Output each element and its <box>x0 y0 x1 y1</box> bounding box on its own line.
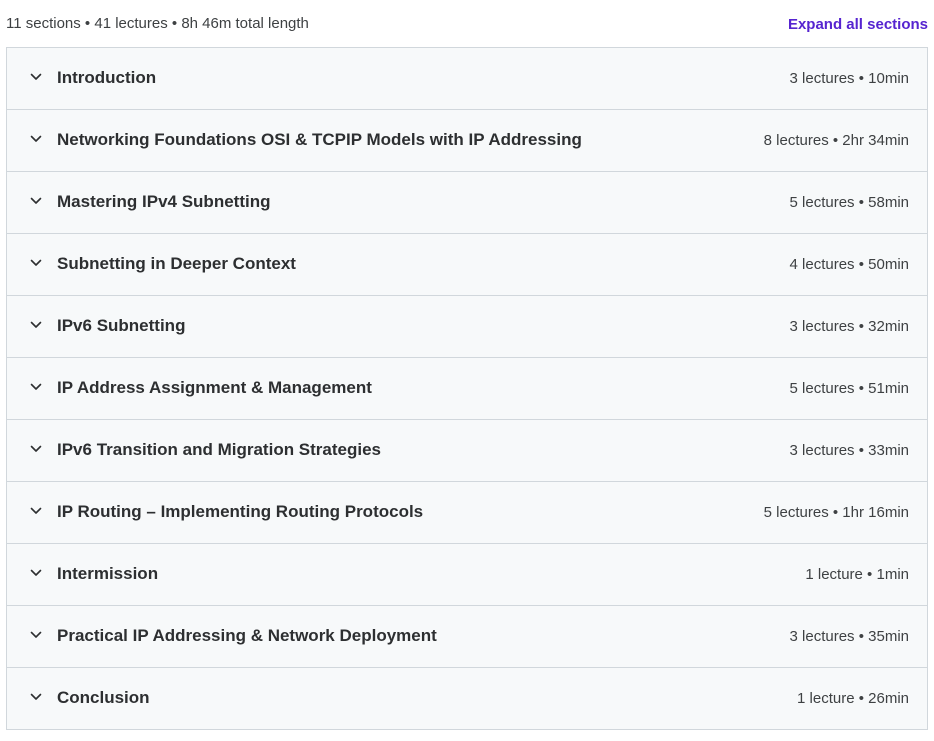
section-row[interactable]: Subnetting in Deeper Context 4 lectures •… <box>7 234 927 296</box>
chevron-down-icon[interactable] <box>29 132 43 146</box>
expand-all-sections-button[interactable]: Expand all sections <box>788 16 928 33</box>
section-row[interactable]: Conclusion 1 lecture • 26min <box>7 668 927 730</box>
curriculum-summary: 11 sections • 41 lectures • 8h 46m total… <box>6 15 309 32</box>
section-meta: 3 lectures • 33min <box>789 442 909 459</box>
section-row[interactable]: IP Routing – Implementing Routing Protoc… <box>7 482 927 544</box>
section-row[interactable]: Introduction 3 lectures • 10min <box>7 48 927 110</box>
section-meta: 3 lectures • 10min <box>789 70 909 87</box>
section-row[interactable]: Intermission 1 lecture • 1min <box>7 544 927 606</box>
chevron-down-icon[interactable] <box>29 380 43 394</box>
curriculum-section-list: Introduction 3 lectures • 10min Networking… <box>6 47 928 730</box>
chevron-down-icon[interactable] <box>29 194 43 208</box>
section-meta: 1 lecture • 1min <box>805 566 909 583</box>
chevron-down-icon[interactable] <box>29 442 43 456</box>
section-row[interactable]: IPv6 Transition and Migration Strategies… <box>7 420 927 482</box>
section-row[interactable]: Practical IP Addressing & Network Deploy… <box>7 606 927 668</box>
section-row[interactable]: Mastering IPv4 Subnetting 5 lectures • 58… <box>7 172 927 234</box>
chevron-down-icon[interactable] <box>29 256 43 270</box>
section-title: IP Address Assignment & Management <box>57 378 372 397</box>
chevron-down-icon[interactable] <box>29 690 43 704</box>
section-meta: 1 lecture • 26min <box>797 690 909 707</box>
section-meta: 5 lectures • 58min <box>789 194 909 211</box>
chevron-down-icon[interactable] <box>29 628 43 642</box>
chevron-down-icon[interactable] <box>29 318 43 332</box>
curriculum-summary-bar: 11 sections • 41 lectures • 8h 46m total… <box>6 0 928 48</box>
section-title: Introduction <box>57 68 157 87</box>
section-meta: 3 lectures • 32min <box>789 318 909 335</box>
section-meta: 5 lectures • 51min <box>789 380 909 397</box>
section-meta: 3 lectures • 35min <box>789 628 909 645</box>
section-title: IP Routing – Implementing Routing Protoc… <box>57 502 424 521</box>
section-title: Networking Foundations OSI & TCPIP Model… <box>57 130 582 149</box>
section-title: Conclusion <box>57 688 150 707</box>
section-title: IPv6 Subnetting <box>57 316 186 335</box>
section-title: IPv6 Transition and Migration Strategies <box>57 440 382 459</box>
chevron-down-icon[interactable] <box>29 70 43 84</box>
chevron-down-icon[interactable] <box>29 504 43 518</box>
section-row[interactable]: IP Address Assignment & Management 5 lect… <box>7 358 927 420</box>
section-title: Intermission <box>57 564 159 583</box>
section-meta: 8 lectures • 2hr 34min <box>763 132 909 149</box>
section-meta: 4 lectures • 50min <box>789 256 909 273</box>
section-title: Subnetting in Deeper Context <box>57 254 296 273</box>
section-meta: 5 lectures • 1hr 16min <box>763 504 909 521</box>
section-row[interactable]: Networking Foundations OSI & TCPIP Model… <box>7 110 927 172</box>
section-row[interactable]: IPv6 Subnetting 3 lectures • 32min <box>7 296 927 358</box>
section-title: Practical IP Addressing & Network Deploy… <box>57 626 437 645</box>
chevron-down-icon[interactable] <box>29 566 43 580</box>
section-title: Mastering IPv4 Subnetting <box>57 192 271 211</box>
